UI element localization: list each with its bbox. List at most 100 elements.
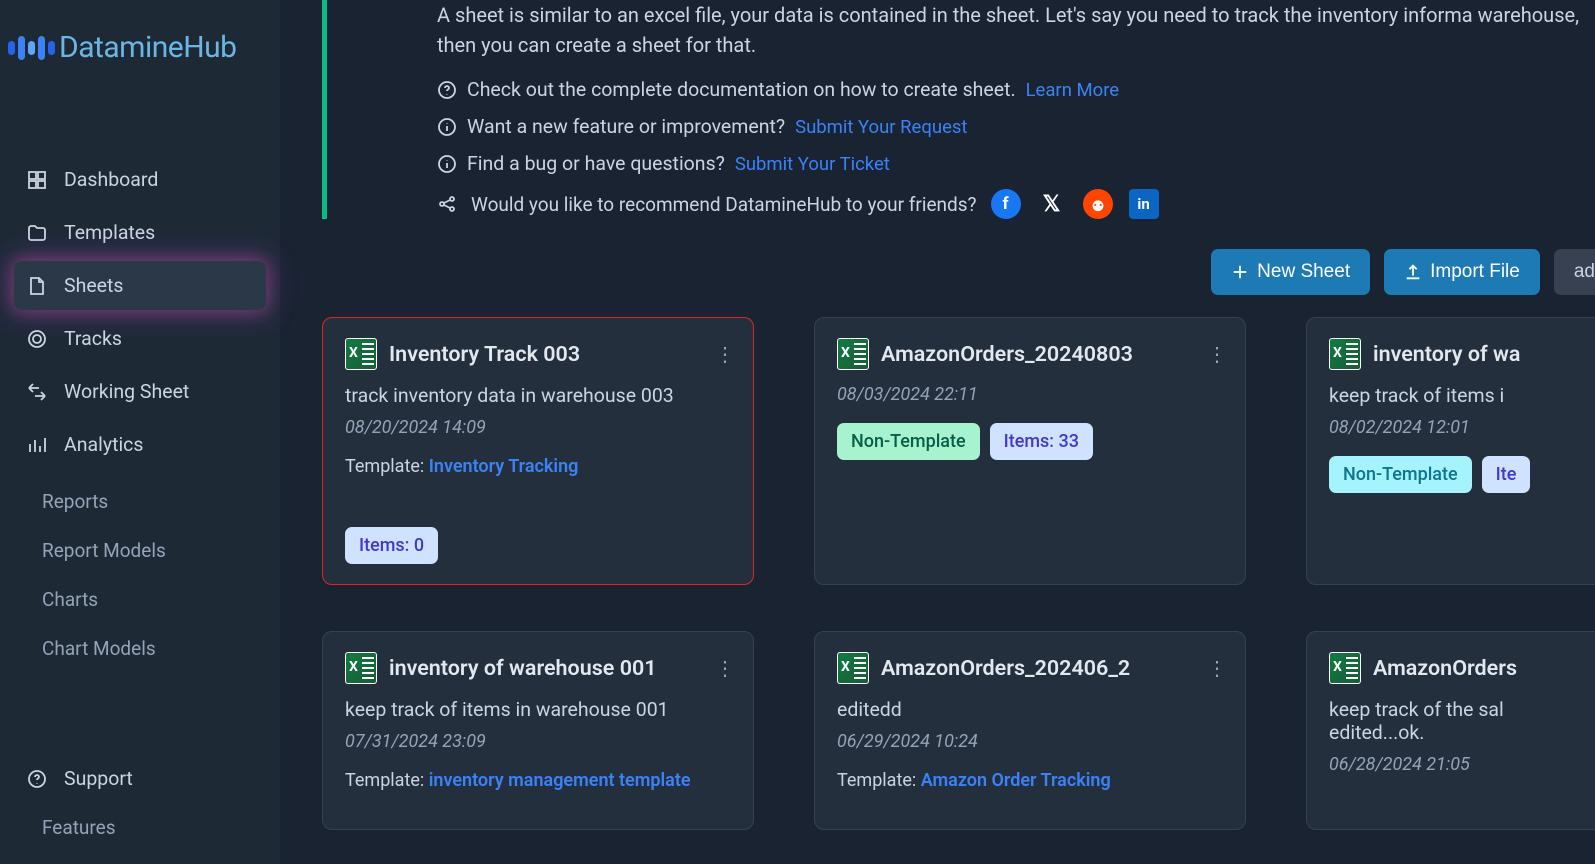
sheets-grid: Inventory Track 003 ⋮ track inventory da… bbox=[280, 317, 1595, 864]
card-title: inventory of wa bbox=[1373, 342, 1520, 367]
nav-label: Analytics bbox=[64, 433, 143, 456]
x-twitter-icon[interactable]: 𝕏 bbox=[1037, 189, 1067, 219]
items-badge: Ite bbox=[1482, 456, 1531, 493]
button-label: Import File bbox=[1430, 261, 1520, 283]
toolbar: New Sheet Import File ad bbox=[280, 249, 1595, 317]
card-menu-button[interactable]: ⋮ bbox=[1207, 342, 1227, 366]
chart-icon bbox=[26, 434, 48, 456]
card-template: Template: Amazon Order Tracking bbox=[837, 770, 1223, 791]
linkedin-icon[interactable]: in bbox=[1129, 189, 1159, 219]
import-file-button[interactable]: Import File bbox=[1384, 249, 1540, 295]
nav-label: Sheets bbox=[64, 274, 123, 297]
card-description: keep track of the sal edited...ok. bbox=[1329, 698, 1583, 744]
card-date: 06/28/2024 21:05 bbox=[1329, 754, 1583, 775]
upload-icon bbox=[1404, 263, 1422, 281]
info-bug-line: Find a bug or have questions? Submit You… bbox=[437, 152, 1595, 175]
card-title: AmazonOrders bbox=[1373, 656, 1517, 681]
share-icon bbox=[437, 194, 457, 214]
dashboard-icon bbox=[26, 169, 48, 191]
nav-label: Tracks bbox=[64, 327, 122, 350]
submit-ticket-link[interactable]: Submit Your Ticket bbox=[735, 153, 890, 175]
template-link[interactable]: Amazon Order Tracking bbox=[921, 770, 1111, 791]
card-date: 08/03/2024 22:11 bbox=[837, 384, 1223, 405]
sheet-card[interactable]: AmazonOrders keep track of the sal edite… bbox=[1306, 631, 1595, 830]
nav-dashboard[interactable]: Dashboard bbox=[14, 155, 266, 204]
learn-more-link[interactable]: Learn More bbox=[1026, 79, 1120, 101]
brand-logo[interactable]: DatamineHub bbox=[0, 12, 280, 95]
nav-report-models[interactable]: Report Models bbox=[14, 526, 266, 575]
nav-label: Templates bbox=[64, 221, 155, 244]
sheet-card[interactable]: inventory of warehouse 001 ⋮ keep track … bbox=[322, 631, 754, 830]
sheet-card[interactable]: Inventory Track 003 ⋮ track inventory da… bbox=[322, 317, 754, 585]
help-circle-icon bbox=[437, 80, 457, 100]
target-icon bbox=[26, 328, 48, 350]
card-date: 07/31/2024 23:09 bbox=[345, 731, 731, 752]
info-feature-text: Want a new feature or improvement? bbox=[467, 115, 785, 138]
new-sheet-button[interactable]: New Sheet bbox=[1211, 249, 1370, 295]
card-title: AmazonOrders_202406_2 bbox=[881, 656, 1130, 681]
nav-label: Dashboard bbox=[64, 168, 158, 191]
facebook-icon[interactable]: f bbox=[991, 189, 1021, 219]
info-share-line: Would you like to recommend DatamineHub … bbox=[437, 189, 1595, 219]
excel-icon bbox=[837, 652, 869, 684]
non-template-badge: Non-Template bbox=[1329, 456, 1472, 493]
nav-reports[interactable]: Reports bbox=[14, 477, 266, 526]
nav-bottom: Support Features bbox=[0, 754, 280, 852]
card-description: keep track of items in warehouse 001 bbox=[345, 698, 731, 721]
nav-features[interactable]: Features bbox=[14, 803, 266, 852]
template-link[interactable]: inventory management template bbox=[429, 770, 691, 791]
nav-analytics-sub: Reports Report Models Charts Chart Model… bbox=[0, 469, 280, 673]
info-share-text: Would you like to recommend DatamineHub … bbox=[471, 193, 977, 216]
main-content: A sheet is similar to an excel file, you… bbox=[280, 0, 1595, 864]
excel-icon bbox=[1329, 338, 1361, 370]
template-link[interactable]: Inventory Tracking bbox=[429, 456, 579, 477]
reddit-icon[interactable] bbox=[1083, 189, 1113, 219]
button-label: ad bbox=[1574, 261, 1595, 283]
submit-request-link[interactable]: Submit Your Request bbox=[795, 116, 967, 138]
nav-working-sheet[interactable]: Working Sheet bbox=[14, 367, 266, 416]
excel-icon bbox=[345, 652, 377, 684]
nav-tracks[interactable]: Tracks bbox=[14, 314, 266, 363]
card-template: Template: inventory management template bbox=[345, 770, 731, 791]
card-date: 08/20/2024 14:09 bbox=[345, 417, 731, 438]
items-badge: Items: 0 bbox=[345, 527, 438, 564]
card-date: 08/02/2024 12:01 bbox=[1329, 417, 1583, 438]
card-title: AmazonOrders_20240803 bbox=[881, 342, 1133, 367]
logo-icon bbox=[8, 36, 55, 60]
info-circle-icon bbox=[437, 117, 457, 137]
nav-templates[interactable]: Templates bbox=[14, 208, 266, 257]
sheet-card[interactable]: inventory of wa keep track of items i 08… bbox=[1306, 317, 1595, 585]
card-menu-button[interactable]: ⋮ bbox=[1207, 656, 1227, 680]
sheet-card[interactable]: AmazonOrders_202406_2 ⋮ editedd 06/29/20… bbox=[814, 631, 1246, 830]
plus-icon bbox=[1231, 263, 1249, 281]
excel-icon bbox=[837, 338, 869, 370]
button-label: New Sheet bbox=[1257, 261, 1350, 283]
items-badge: Items: 33 bbox=[990, 423, 1093, 460]
info-panel: A sheet is similar to an excel file, you… bbox=[322, 0, 1595, 219]
nav-chart-models[interactable]: Chart Models bbox=[14, 624, 266, 673]
card-menu-button[interactable]: ⋮ bbox=[715, 342, 735, 366]
extra-button[interactable]: ad bbox=[1554, 249, 1595, 295]
card-title: Inventory Track 003 bbox=[389, 342, 580, 367]
sheet-card[interactable]: AmazonOrders_20240803 ⋮ 08/03/2024 22:11… bbox=[814, 317, 1246, 585]
card-title: inventory of warehouse 001 bbox=[389, 656, 657, 681]
card-description: track inventory data in warehouse 003 bbox=[345, 384, 731, 407]
nav-sheets[interactable]: Sheets bbox=[14, 261, 266, 310]
excel-icon bbox=[1329, 652, 1361, 684]
excel-icon bbox=[345, 338, 377, 370]
card-menu-button[interactable]: ⋮ bbox=[715, 656, 735, 680]
nav-analytics[interactable]: Analytics bbox=[14, 420, 266, 469]
nav-main: Dashboard Templates Sheets Tracks Workin… bbox=[0, 95, 280, 469]
info-description: A sheet is similar to an excel file, you… bbox=[437, 0, 1595, 60]
social-icons: f 𝕏 in bbox=[991, 189, 1159, 219]
info-doc-text: Check out the complete documentation on … bbox=[467, 78, 1016, 101]
nav-support[interactable]: Support bbox=[14, 754, 266, 803]
card-template: Template: Inventory Tracking bbox=[345, 456, 731, 477]
nav-charts[interactable]: Charts bbox=[14, 575, 266, 624]
nav-label: Working Sheet bbox=[64, 380, 189, 403]
brand-name: DatamineHub bbox=[59, 30, 237, 65]
card-description: keep track of items i bbox=[1329, 384, 1583, 407]
nav-label: Support bbox=[64, 767, 133, 790]
help-icon bbox=[26, 768, 48, 790]
folder-icon bbox=[26, 222, 48, 244]
